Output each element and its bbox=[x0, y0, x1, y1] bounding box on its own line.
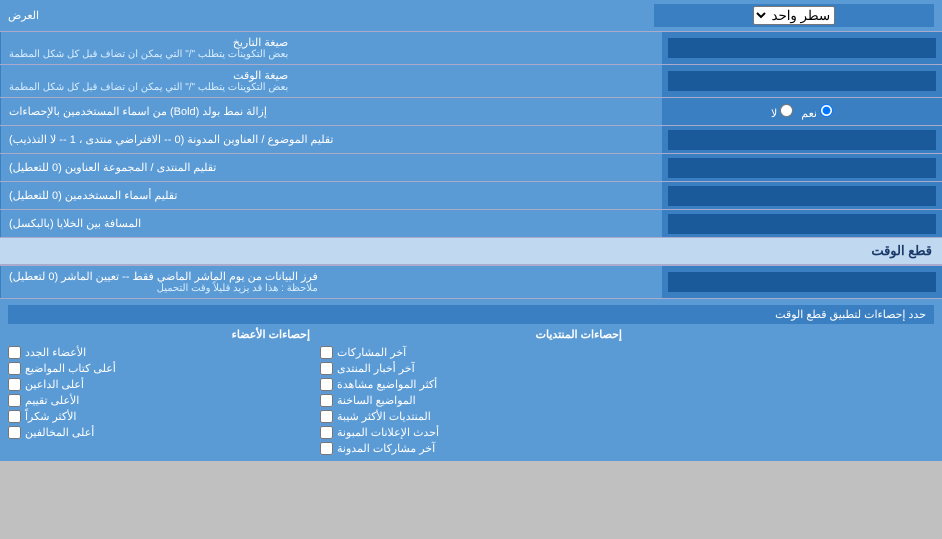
user-names-input-wrap: 0 bbox=[662, 182, 942, 209]
topic-order-input[interactable]: 33 bbox=[668, 130, 936, 150]
list-item: أكثر المواضيع مشاهدة bbox=[320, 378, 622, 391]
date-format-input[interactable]: d-m bbox=[668, 38, 936, 58]
list-item: أعلى الداعين bbox=[8, 378, 310, 391]
cb1-item1-label: أعلى كتاب المواضيع bbox=[25, 362, 116, 375]
cb1-item3-label: الأعلى تقييم bbox=[25, 394, 79, 407]
checkboxes-grid: إحصاءات المنتديات آخر المشاركات آخر أخبا… bbox=[8, 328, 934, 455]
list-item: أعلى المخالفين bbox=[8, 426, 310, 439]
time-format-input[interactable]: H:i bbox=[668, 71, 936, 91]
cb2-item6-label: آخر مشاركات المدونة bbox=[337, 442, 435, 455]
list-item: الأكثر شكراً bbox=[8, 410, 310, 423]
cell-spacing-label: المسافة بين الخلايا (بالبكسل) bbox=[0, 210, 662, 237]
cb2-item0-label: آخر المشاركات bbox=[337, 346, 406, 359]
stats-apply-label: حدد إحصاءات لتطبيق قطع الوقت bbox=[775, 309, 926, 321]
cb2-item2-label: أكثر المواضيع مشاهدة bbox=[337, 378, 437, 391]
cb1-item4-label: الأكثر شكراً bbox=[25, 410, 76, 423]
time-format-label: صيغة الوقت بعض التكوينات يتطلب "/" التي … bbox=[0, 65, 662, 97]
cell-spacing-row: 2 المسافة بين الخلايا (بالبكسل) bbox=[0, 210, 942, 238]
user-names-input[interactable]: 0 bbox=[668, 186, 936, 206]
radio-no-label: لا bbox=[771, 104, 793, 120]
cell-spacing-input[interactable]: 2 bbox=[668, 214, 936, 234]
radio-no[interactable] bbox=[780, 104, 793, 117]
list-item: المنتديات الأكثر شيبة bbox=[320, 410, 622, 423]
cell-spacing-input-wrap: 2 bbox=[662, 210, 942, 237]
date-format-label: صيغة التاريخ بعض التكوينات يتطلب "/" الت… bbox=[0, 32, 662, 64]
cutoff-input-wrap: 0 bbox=[662, 266, 942, 298]
display-select[interactable]: سطر واحد سطرين ثلاثة أسطر bbox=[753, 6, 835, 25]
bold-radio-wrap: نعم لا bbox=[662, 98, 942, 125]
bold-remove-row: نعم لا إزالة نمط بولد (Bold) من اسماء ال… bbox=[0, 98, 942, 126]
user-names-row: 0 تقليم أسماء المستخدمين (0 للتعطيل) bbox=[0, 182, 942, 210]
cb1-item0[interactable] bbox=[8, 346, 21, 359]
list-item: المواضيع الساخنة bbox=[320, 394, 622, 407]
cutoff-label: فرز البيانات من يوم الماشر الماضي فقط --… bbox=[0, 266, 662, 298]
cb1-item4[interactable] bbox=[8, 410, 21, 423]
date-format-input-wrap: d-m bbox=[662, 32, 942, 64]
cb1-item3[interactable] bbox=[8, 394, 21, 407]
topic-order-label: تقليم الموضوع / العناوين المدونة (0 -- ا… bbox=[0, 126, 662, 153]
bold-remove-label: إزالة نمط بولد (Bold) من اسماء المستخدمي… bbox=[0, 98, 662, 125]
radio-yes-label: نعم bbox=[801, 104, 833, 120]
cb2-item1[interactable] bbox=[320, 362, 333, 375]
cutoff-section-header: قطع الوقت bbox=[0, 238, 942, 265]
list-item: آخر المشاركات bbox=[320, 346, 622, 359]
list-item: آخر أخبار المنتدى bbox=[320, 362, 622, 375]
checkboxes-area: حدد إحصاءات لتطبيق قطع الوقت إحصاءات الم… bbox=[0, 298, 942, 461]
cb2-item5[interactable] bbox=[320, 426, 333, 439]
cb1-item5-label: أعلى المخالفين bbox=[25, 426, 94, 439]
forum-order-input-wrap: 33 bbox=[662, 154, 942, 181]
time-format-input-wrap: H:i bbox=[662, 65, 942, 97]
cb2-item3-label: المواضيع الساخنة bbox=[337, 394, 416, 407]
list-item: الأعضاء الجدد bbox=[8, 346, 310, 359]
topic-order-input-wrap: 33 bbox=[662, 126, 942, 153]
cb2-item1-label: آخر أخبار المنتدى bbox=[337, 362, 415, 375]
cb2-item6[interactable] bbox=[320, 442, 333, 455]
radio-yes[interactable] bbox=[820, 104, 833, 117]
list-item: أعلى كتاب المواضيع bbox=[8, 362, 310, 375]
date-format-row: d-m صيغة التاريخ بعض التكوينات يتطلب "/"… bbox=[0, 32, 942, 65]
cb2-item4-label: المنتديات الأكثر شيبة bbox=[337, 410, 431, 423]
cb1-item5[interactable] bbox=[8, 426, 21, 439]
forum-order-input[interactable]: 33 bbox=[668, 158, 936, 178]
display-row: سطر واحد سطرين ثلاثة أسطر العرض bbox=[0, 0, 942, 32]
cb2-item0[interactable] bbox=[320, 346, 333, 359]
topic-order-row: 33 تقليم الموضوع / العناوين المدونة (0 -… bbox=[0, 126, 942, 154]
col2-header: إحصاءات المنتديات bbox=[320, 328, 622, 341]
forum-order-row: 33 تقليم المنتدى / المجموعة العناوين (0 … bbox=[0, 154, 942, 182]
user-names-label: تقليم أسماء المستخدمين (0 للتعطيل) bbox=[0, 182, 662, 209]
cb2-item4[interactable] bbox=[320, 410, 333, 423]
cb2-item2[interactable] bbox=[320, 378, 333, 391]
cb1-item0-label: الأعضاء الجدد bbox=[25, 346, 86, 359]
cb1-item2[interactable] bbox=[8, 378, 21, 391]
display-select-wrap: سطر واحد سطرين ثلاثة أسطر bbox=[654, 4, 934, 27]
checkbox-col-2: إحصاءات المنتديات آخر المشاركات آخر أخبا… bbox=[320, 328, 622, 455]
checkbox-col-1: إحصاءات الأعضاء الأعضاء الجدد أعلى كتاب … bbox=[8, 328, 310, 455]
main-container: سطر واحد سطرين ثلاثة أسطر العرض d-m صيغة… bbox=[0, 0, 942, 461]
list-item: الأعلى تقييم bbox=[8, 394, 310, 407]
cb1-item2-label: أعلى الداعين bbox=[25, 378, 84, 391]
time-format-row: H:i صيغة الوقت بعض التكوينات يتطلب "/" ا… bbox=[0, 65, 942, 98]
display-label: العرض bbox=[8, 9, 39, 22]
cb2-item5-label: أحدث الإعلانات المبونة bbox=[337, 426, 439, 439]
cutoff-row: 0 فرز البيانات من يوم الماشر الماضي فقط … bbox=[0, 265, 942, 298]
forum-order-label: تقليم المنتدى / المجموعة العناوين (0 للت… bbox=[0, 154, 662, 181]
col1-header: إحصاءات الأعضاء bbox=[8, 328, 310, 341]
cutoff-input[interactable]: 0 bbox=[668, 272, 936, 292]
checkbox-col-3 bbox=[632, 328, 934, 455]
list-item: آخر مشاركات المدونة bbox=[320, 442, 622, 455]
list-item: أحدث الإعلانات المبونة bbox=[320, 426, 622, 439]
cb1-item1[interactable] bbox=[8, 362, 21, 375]
checkboxes-header: حدد إحصاءات لتطبيق قطع الوقت bbox=[8, 305, 934, 324]
cb2-item3[interactable] bbox=[320, 394, 333, 407]
